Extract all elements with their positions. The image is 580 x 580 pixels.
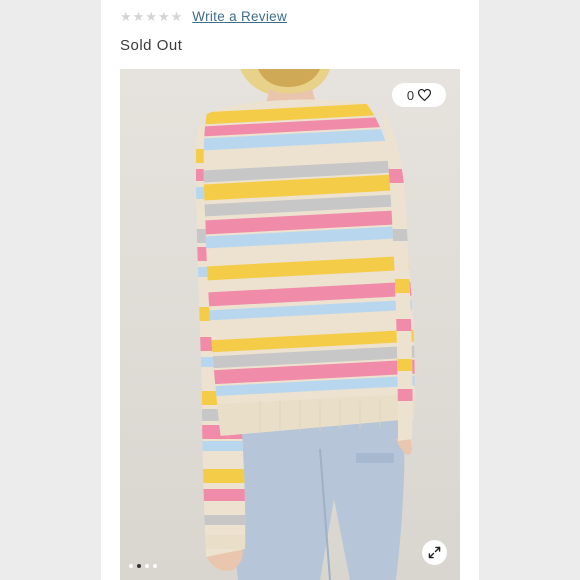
star-icon: ★ [132, 8, 145, 24]
star-icon: ★ [145, 8, 157, 24]
right-background [479, 0, 580, 580]
favorite-count: 0 [406, 87, 415, 103]
favorite-button[interactable]: 0 [392, 83, 446, 107]
star-icon: ★ [170, 8, 183, 24]
star-rating: ★ ★ ★ ★ ★ [120, 10, 182, 23]
heart-icon [418, 89, 432, 101]
carousel-dot-active[interactable] [137, 564, 141, 568]
left-background [0, 0, 101, 580]
stock-status: Sold Out [120, 37, 183, 54]
star-icon: ★ [120, 8, 132, 24]
rating-row: ★ ★ ★ ★ ★ Write a Review [120, 6, 287, 26]
write-review-link[interactable]: Write a Review [192, 9, 287, 24]
expand-icon [428, 546, 441, 559]
carousel-dot[interactable] [145, 564, 149, 568]
carousel-dot[interactable] [153, 564, 157, 568]
carousel-dots [129, 564, 157, 568]
star-icon: ★ [157, 8, 170, 24]
product-panel: ★ ★ ★ ★ ★ Write a Review Sold Out 0 [101, 0, 479, 580]
product-image[interactable]: 0 [120, 69, 460, 580]
sweater-photo [120, 69, 460, 580]
expand-button[interactable] [422, 540, 447, 565]
carousel-dot[interactable] [129, 564, 133, 568]
